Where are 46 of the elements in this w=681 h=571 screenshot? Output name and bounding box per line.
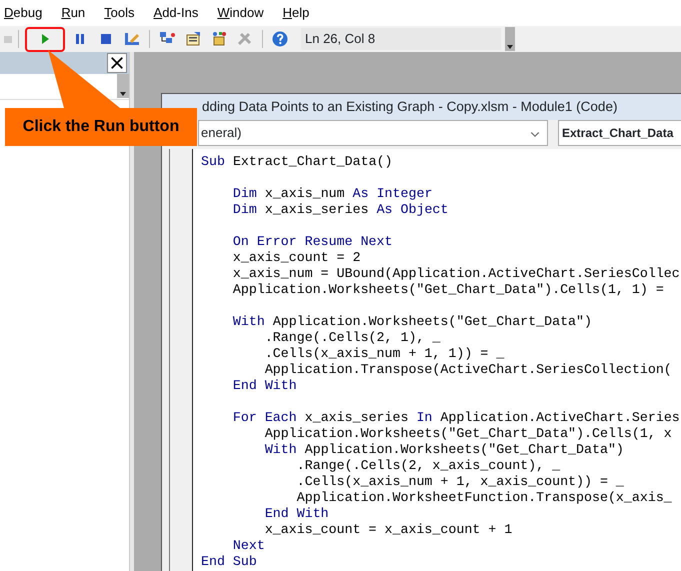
- properties-icon: [185, 31, 201, 47]
- menu-item[interactable]: Run: [59, 3, 94, 23]
- menu-item[interactable]: Window: [215, 3, 273, 23]
- code-line: Application.Worksheets("Get_Chart_Data").Cells(1, x: [264, 426, 673, 442]
- help-icon: [272, 31, 288, 47]
- code-line: End With: [232, 378, 298, 394]
- code-line: .Cells(x_axis_num + 1, 1)) = _: [264, 346, 506, 362]
- callout-label: Click the Run button: [5, 108, 197, 146]
- object-box-icon: [211, 31, 227, 47]
- code-line: With Application.Worksheets("Get_Chart_Data"): [264, 442, 625, 458]
- code-line: x_axis_count = 2: [232, 250, 362, 266]
- code-line: End With: [264, 506, 330, 522]
- caret-icon: [119, 90, 127, 98]
- code-line: .Cells(x_axis_num + 1, x_axis_count)) = _: [296, 474, 625, 490]
- stop-icon: [98, 31, 114, 47]
- object-dropdown[interactable]: eneral): [198, 120, 548, 146]
- code-line: .Range(.Cells(2, 1), _: [264, 330, 442, 346]
- code-line: Dim x_axis_series As Object: [232, 202, 450, 218]
- menu-item[interactable]: Debug: [2, 3, 52, 23]
- dropdown-button[interactable]: [505, 27, 515, 51]
- code-line: Next: [232, 538, 266, 554]
- code-line: Application.WorksheetFunction.Transpose(x_axis_: [296, 490, 673, 506]
- dropdown-button[interactable]: [117, 74, 129, 98]
- close-icon: [110, 56, 124, 70]
- code-line: Application.Worksheets("Get_Chart_Data").Cells(1, 1) =: [232, 282, 665, 298]
- code-line: x_axis_count = x_axis_count + 1: [264, 522, 514, 538]
- code-line: Application.Transpose(ActiveChart.SeriesCollection(: [264, 362, 673, 378]
- code-line: End Sub: [201, 554, 258, 570]
- procedure-dropdown[interactable]: Extract_Chart_Data: [558, 120, 681, 146]
- menu-item[interactable]: Add-Ins: [152, 3, 208, 23]
- code-line: Dim x_axis_num As Integer: [232, 186, 434, 202]
- code-line: For Each x_axis_series In Application.ActiveChart.Series: [232, 410, 681, 426]
- close-button[interactable]: [107, 53, 127, 73]
- code-line: With Application.Worksheets("Get_Chart_Data"): [232, 314, 593, 330]
- code-line: On Error Resume Next: [232, 234, 394, 250]
- tools-icon: [237, 31, 253, 47]
- ruler-pencil-icon: [124, 31, 140, 47]
- menu-item[interactable]: Help: [280, 3, 318, 23]
- code-line: x_axis_num = UBound(Application.ActiveChart.SeriesCollec: [232, 266, 681, 282]
- code-line: .Range(.Cells(2, x_axis_count), _: [296, 458, 562, 474]
- cursor-position-field: Ln 26, Col 8: [301, 28, 501, 50]
- window-title: dding Data Points to an Existing Graph - Copy.xlsm - Module1 (Code): [202, 98, 618, 116]
- code-editor[interactable]: [193, 149, 681, 571]
- faded-toolbar-icon: [4, 36, 12, 42]
- menu-item[interactable]: Tools: [102, 3, 144, 23]
- code-line: Sub Extract_Chart_Data(): [201, 154, 394, 170]
